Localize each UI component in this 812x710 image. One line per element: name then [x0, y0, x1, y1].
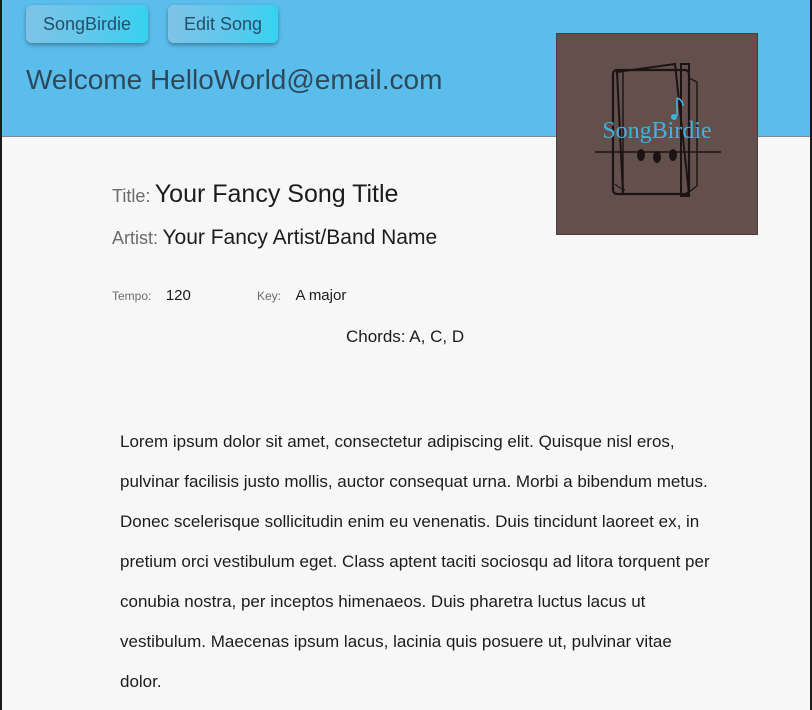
song-artist: Your Fancy Artist/Band Name [162, 226, 438, 249]
song-title: Your Fancy Song Title [154, 180, 399, 208]
key-label: Key: [257, 289, 282, 303]
song-title-row: Title: Your Fancy Song Title [112, 180, 398, 209]
key-value: A major [295, 287, 347, 304]
tempo-label: Tempo: [112, 289, 152, 303]
tempo-value: 120 [165, 287, 191, 304]
edit-song-button[interactable]: Edit Song [168, 5, 278, 43]
tempo-row: Tempo: 120 [112, 287, 191, 305]
logo-text: SongBirdie [602, 118, 711, 144]
key-row: Key: A major [257, 287, 346, 305]
song-artist-row: Artist: Your Fancy Artist/Band Name [112, 226, 437, 250]
songbirdie-logo: SongBirdie [556, 33, 758, 235]
songbirdie-home-button[interactable]: SongBirdie [26, 5, 148, 43]
chords-text: Chords: A, C, D [346, 327, 465, 346]
welcome-message: Welcome HelloWorld@email.com [26, 64, 443, 95]
notebook-icon: SongBirdie [595, 62, 721, 197]
title-label: Title: [112, 186, 151, 206]
artist-label: Artist: [112, 228, 159, 248]
song-lyrics: Lorem ipsum dolor sit amet, consectetur … [120, 432, 710, 691]
